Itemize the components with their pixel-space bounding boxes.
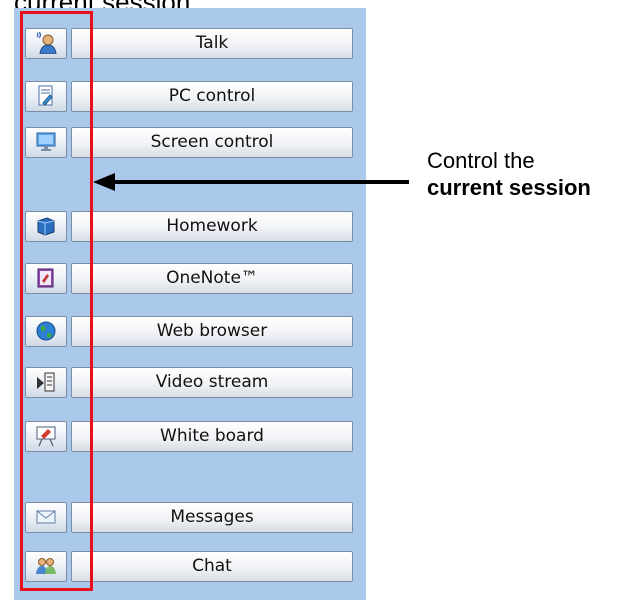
talk-button[interactable]: Talk bbox=[71, 27, 353, 59]
annotation-callout: Control the current session bbox=[427, 147, 591, 201]
annotation-emphasis: current session bbox=[427, 175, 591, 200]
white-board-button[interactable]: White board bbox=[71, 420, 353, 452]
homework-button[interactable]: Homework bbox=[71, 210, 353, 242]
video-stream-button[interactable]: Video stream bbox=[71, 366, 353, 398]
annotation-line1: Control the bbox=[427, 148, 535, 173]
web-browser-button[interactable]: Web browser bbox=[71, 315, 353, 347]
annotation-line2: current session bbox=[427, 174, 591, 201]
callout-arrow bbox=[93, 173, 409, 191]
onenote-button[interactable]: OneNote™ bbox=[71, 262, 353, 294]
pc-control-button[interactable]: PC control bbox=[71, 80, 353, 112]
chat-button[interactable]: Chat bbox=[71, 550, 353, 582]
messages-button[interactable]: Messages bbox=[71, 501, 353, 533]
screen-control-button[interactable]: Screen control bbox=[71, 126, 353, 158]
icon-column-highlight bbox=[20, 11, 93, 591]
